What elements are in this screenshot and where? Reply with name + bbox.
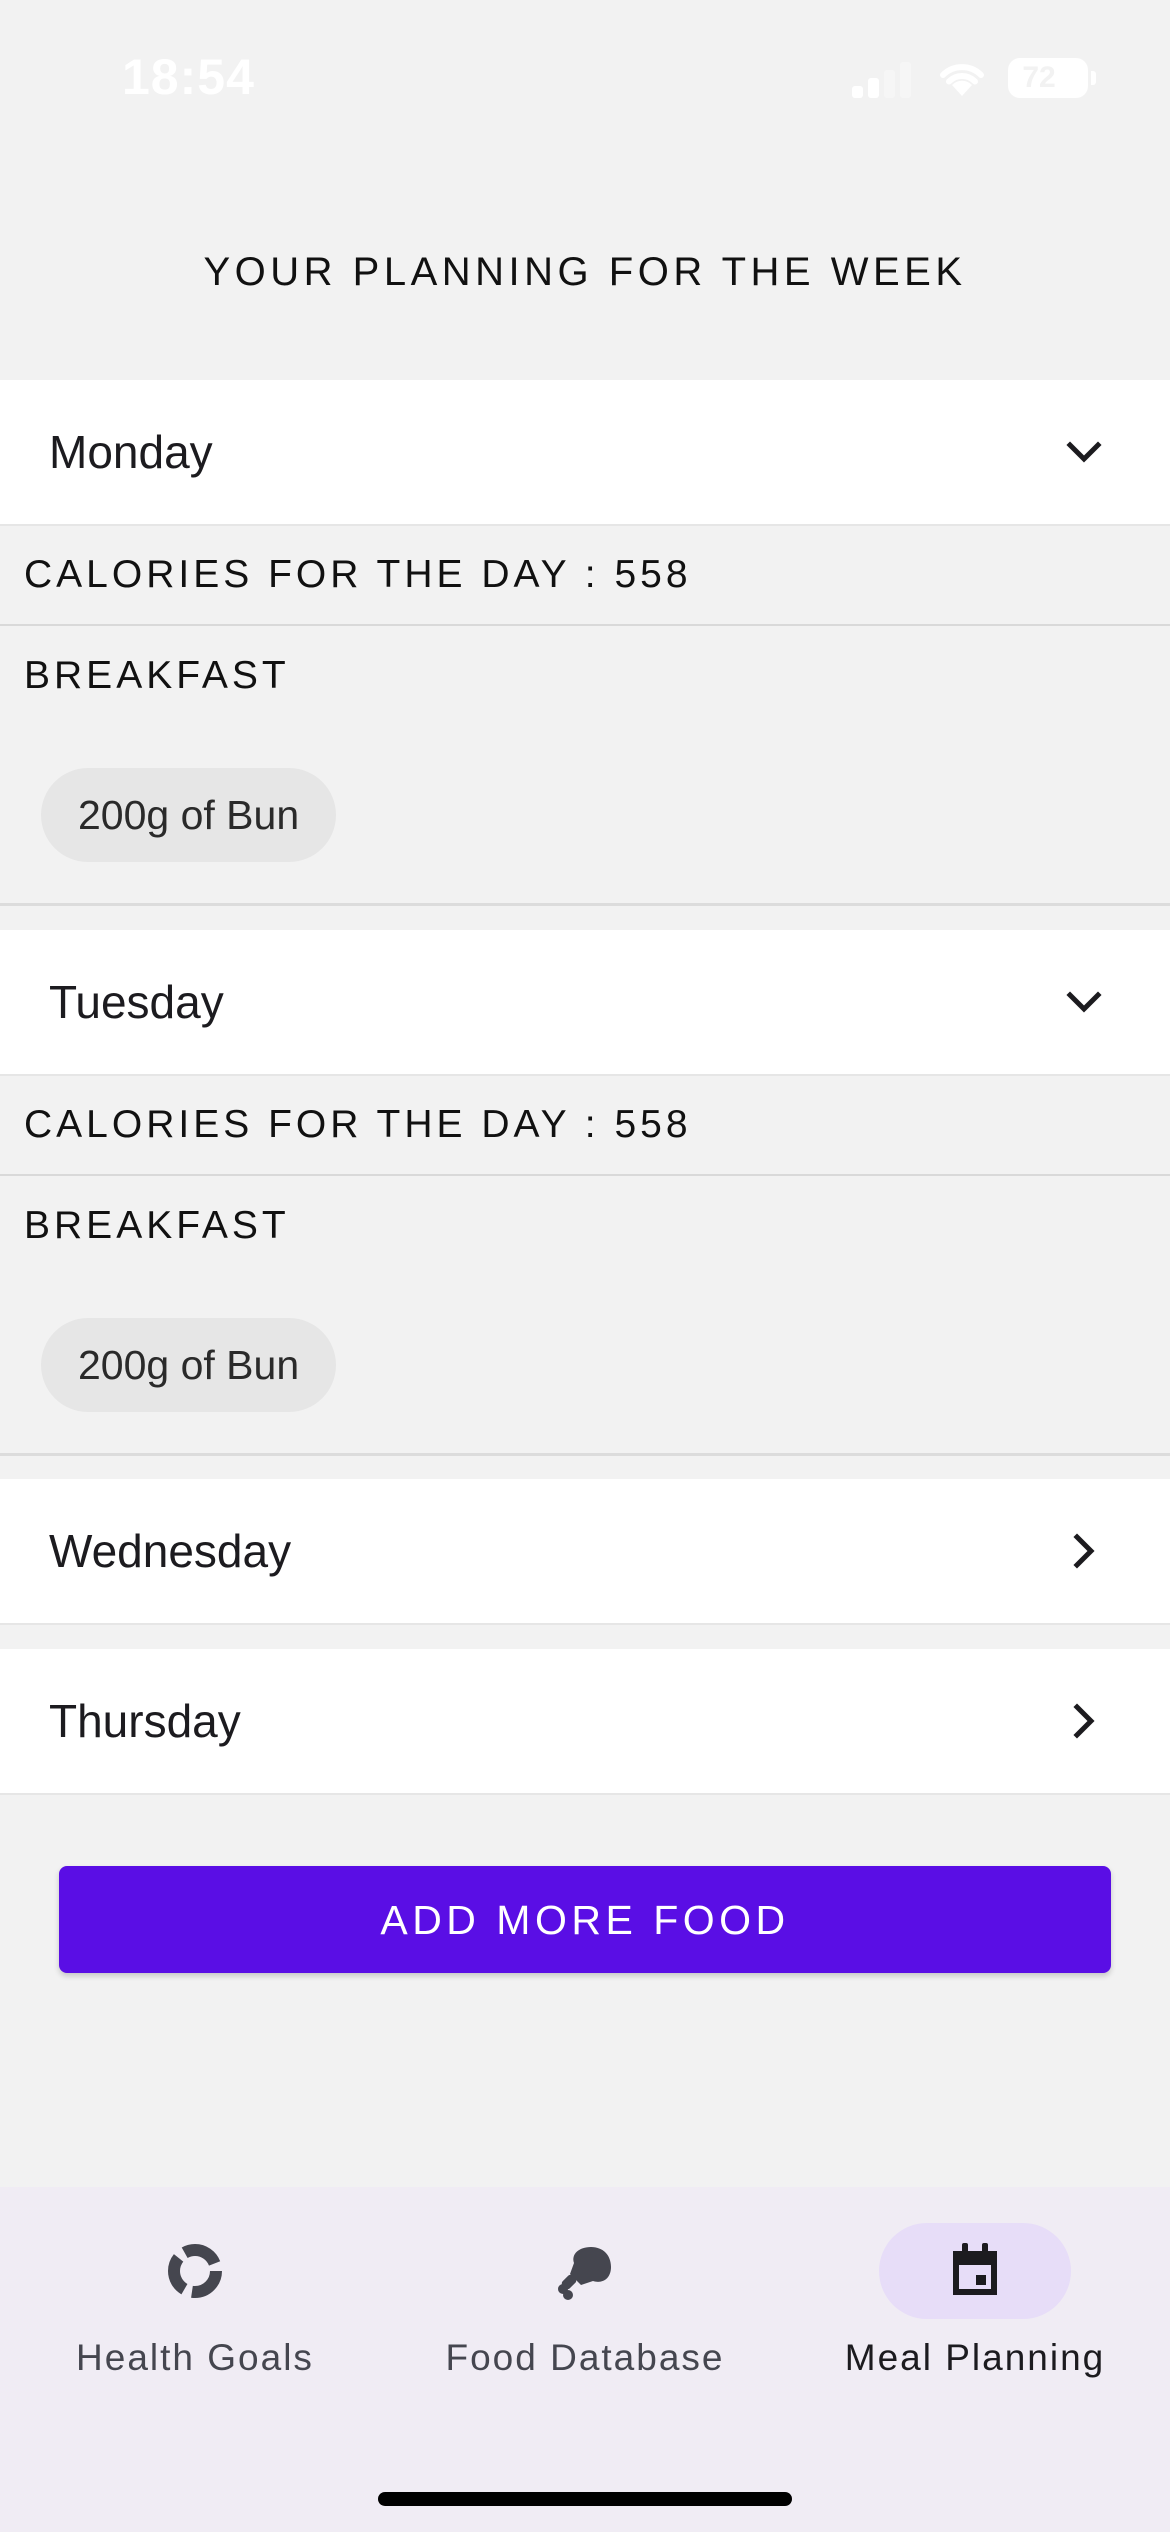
nav-label: Food Database [445, 2337, 725, 2378]
day-header-wednesday[interactable]: Wednesday [0, 1479, 1170, 1625]
battery-icon: 72 [1008, 58, 1096, 98]
nav-meal-planning[interactable]: Meal Planning [780, 2187, 1170, 2427]
day-label: Thursday [49, 1695, 241, 1747]
day-header-thursday[interactable]: Thursday [0, 1649, 1170, 1795]
food-chip[interactable]: 200g of Bun [41, 768, 337, 862]
active-indicator [879, 2223, 1071, 2319]
nav-label: Health Goals [76, 2337, 314, 2378]
calories-row-monday: CALORIES FOR THE DAY : 558 [0, 526, 1170, 626]
chevron-down-icon [1066, 991, 1102, 1013]
calories-text: CALORIES FOR THE DAY : 558 [24, 553, 692, 596]
cellular-signal-icon [852, 62, 912, 98]
meal-section-monday: BREAKFAST 200g of Bun [0, 626, 1170, 906]
chevron-down-icon [1066, 441, 1102, 463]
add-more-food-button[interactable]: ADD MORE FOOD [59, 1866, 1111, 1973]
nav-food-database[interactable]: Food Database [390, 2187, 780, 2427]
status-bar: 18:54 72 [0, 0, 1170, 150]
day-label: Wednesday [49, 1525, 292, 1577]
meal-title: BREAKFAST [24, 1204, 290, 1247]
nav-label: Meal Planning [844, 2337, 1106, 2378]
day-label: Monday [49, 426, 213, 478]
chevron-right-icon [1073, 1533, 1095, 1569]
meal-title: BREAKFAST [24, 654, 290, 697]
meal-section-tuesday: BREAKFAST 200g of Bun [0, 1176, 1170, 1456]
day-header-tuesday[interactable]: Tuesday [0, 930, 1170, 1076]
status-time: 18:54 [122, 49, 255, 105]
calendar-icon [953, 2243, 997, 2295]
nav-health-goals[interactable]: Health Goals [0, 2187, 390, 2427]
day-header-monday[interactable]: Monday [0, 380, 1170, 526]
calories-row-tuesday: CALORIES FOR THE DAY : 558 [0, 1076, 1170, 1176]
wifi-icon [940, 64, 984, 96]
chevron-right-icon [1073, 1703, 1095, 1739]
battery-level: 72 [1022, 61, 1056, 94]
donut-chart-icon [168, 2244, 222, 2298]
calories-text: CALORIES FOR THE DAY : 558 [24, 1103, 692, 1146]
bottom-navigation: Health Goals Food Database Meal Planning [0, 2187, 1170, 2532]
home-indicator [378, 2492, 792, 2506]
drumstick-icon [558, 2247, 611, 2300]
page-title: YOUR PLANNING FOR THE WEEK [203, 250, 967, 294]
day-label: Tuesday [49, 976, 224, 1028]
food-chip[interactable]: 200g of Bun [41, 1318, 337, 1412]
